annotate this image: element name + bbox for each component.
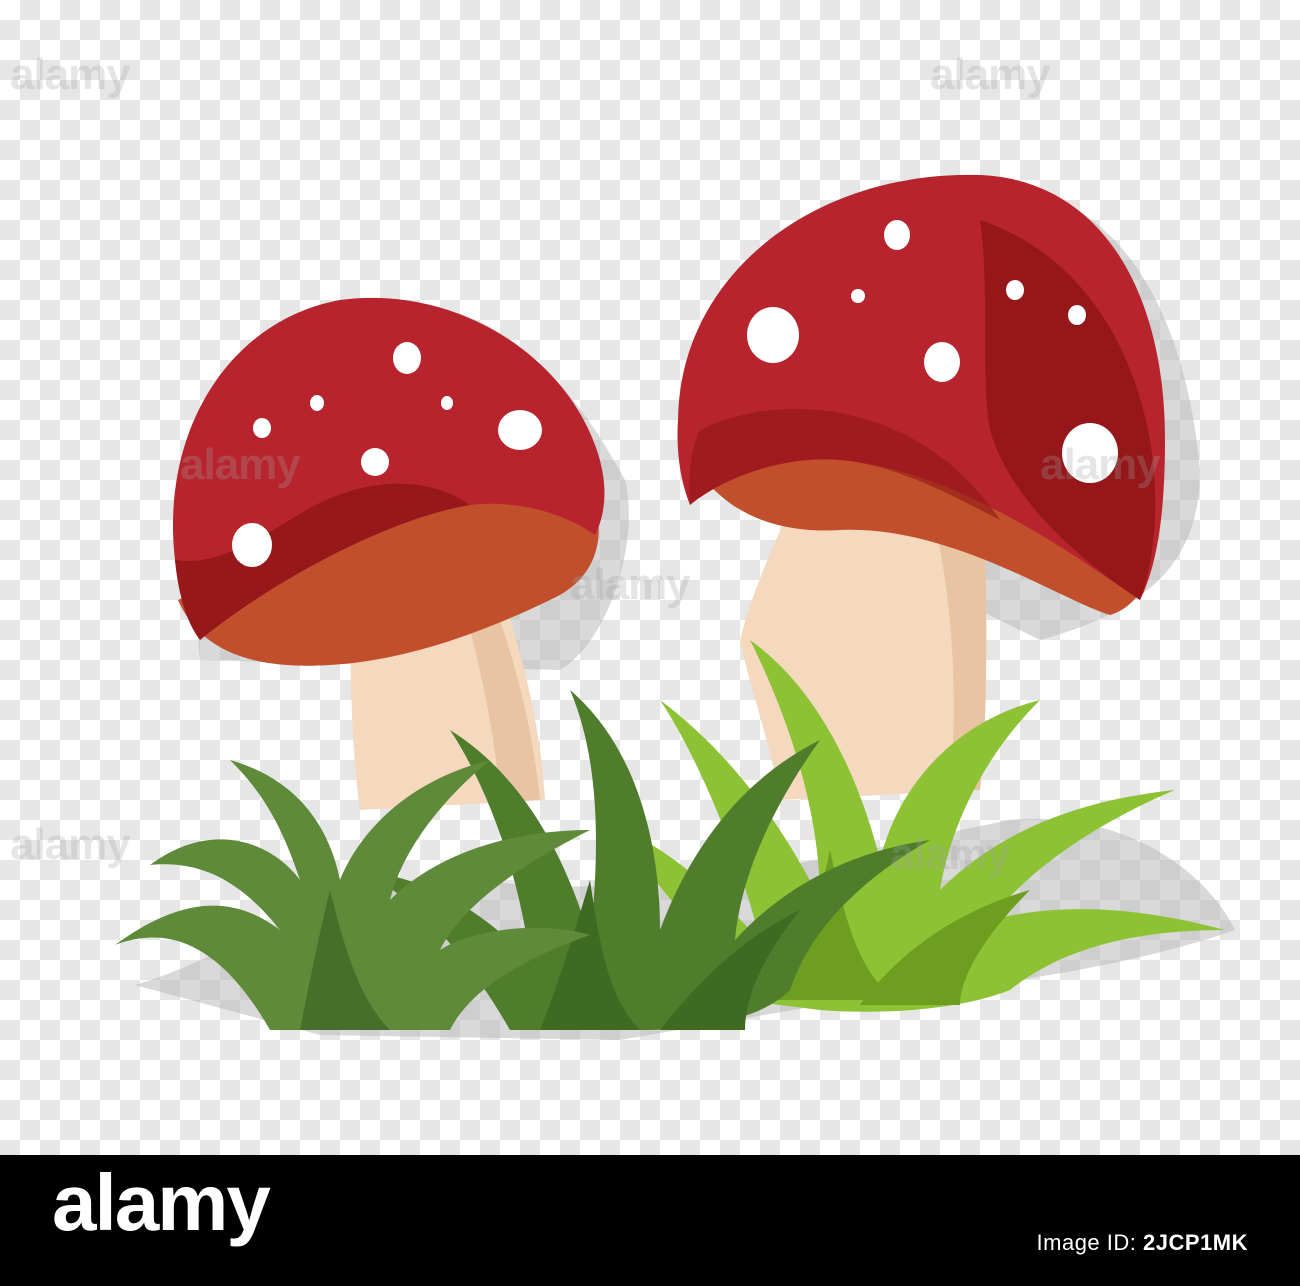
mushroom-illustration (115, 174, 1235, 1040)
image-id-label: Image ID: (1036, 1230, 1137, 1255)
brand-logo[interactable]: alamy (52, 1163, 271, 1243)
image-id-value: 2JCP1MK (1143, 1230, 1248, 1255)
image-id: Image ID: 2JCP1MK (1037, 1230, 1248, 1256)
checkerboard-background: alamy alamy alamy alamy alamy alamy alam… (0, 0, 1300, 1155)
